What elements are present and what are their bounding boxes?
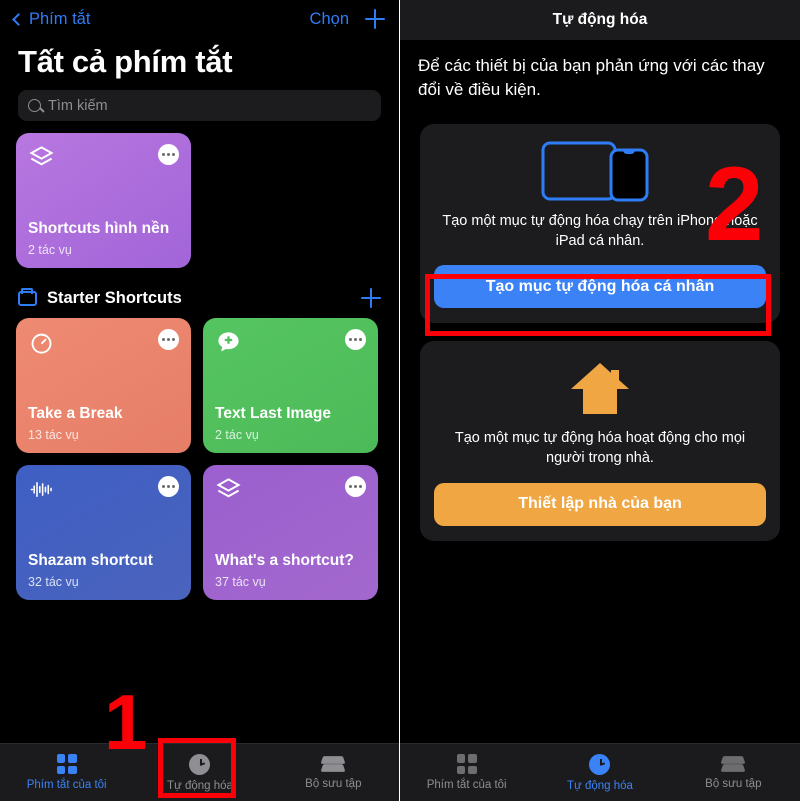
card-body: Take a Break 13 tác vụ [28,399,179,442]
right-page-title: Tự động hóa [552,11,648,28]
shortcut-card-whats-a-shortcut[interactable]: What's a shortcut? 37 tác vụ [203,465,378,600]
search-input[interactable]: Tìm kiếm [18,90,381,121]
card-more-button[interactable] [345,476,366,497]
folder-header: Starter Shortcuts [18,288,381,308]
shortcut-name: What's a shortcut? [215,552,354,570]
folder-title-group[interactable]: Starter Shortcuts [18,288,182,308]
left-nav-bar: Phím tắt Chọn [0,0,399,38]
card-header [215,476,366,503]
shortcut-action-count: 2 tác vụ [28,243,72,257]
card-icon-wrap [434,357,766,419]
annotation-highlight-automation-tab [158,738,236,798]
chevron-left-icon [12,12,25,26]
tab-my-shortcuts[interactable]: Phím tắt của tôi [400,754,533,791]
message-plus-icon [218,332,239,352]
waveform-icon [30,481,52,498]
home-automation-card: Tạo một mục tự động hóa hoạt động cho mọ… [420,341,780,541]
starter-shortcuts-grid: Take a Break 13 tác vụ Text Last Image 2… [16,318,383,600]
tab-label: Tự động hóa [567,779,633,792]
annotation-highlight-create-automation-button [425,274,771,336]
stack-icon [216,478,241,498]
add-shortcut-icon[interactable] [361,288,381,308]
tab-gallery[interactable]: Bộ sưu tập [667,755,800,790]
shortcut-action-count: 37 tác vụ [215,575,266,589]
shortcuts-list: Shortcuts hình nền 2 tác vụ Starter Shor… [0,121,399,600]
tab-label: Bộ sưu tập [305,778,362,790]
search-icon [28,99,41,112]
shortcuts-screen: Phím tắt Chọn Tất cả phím tắt Tìm kiếm S… [0,0,400,801]
tab-automation[interactable]: Tự động hóa [533,753,666,792]
tab-label: Phím tắt của tôi [26,779,107,791]
page-title: Tất cả phím tắt [18,44,233,79]
card-body: Text Last Image 2 tác vụ [215,399,366,442]
card-header [215,329,366,356]
search-placeholder: Tìm kiếm [48,97,108,114]
back-button-label: Phím tắt [29,9,91,28]
shortcut-card-take-a-break[interactable]: Take a Break 13 tác vụ [16,318,191,453]
grid-icon [56,754,77,774]
select-button[interactable]: Chọn [310,10,349,29]
card-more-button[interactable] [158,476,179,497]
folder-icon [18,288,37,306]
stack-icon [29,146,54,166]
annotation-number-2: 2 [705,146,764,263]
annotation-number-1: 1 [104,678,148,766]
shortcut-card-shazam[interactable]: Shazam shortcut 32 tác vụ [16,465,191,600]
tab-gallery[interactable]: Bộ sưu tập [267,755,399,790]
folder-label: Starter Shortcuts [47,288,182,307]
card-body: Shazam shortcut 32 tác vụ [28,546,179,589]
automation-screen: Tự động hóa Để các thiết bị của bạn phản… [400,0,800,801]
card-header [28,476,179,503]
card-body: What's a shortcut? 37 tác vụ [215,546,366,589]
tab-label: Bộ sưu tập [705,778,762,790]
shortcut-card-wallpaper[interactable]: Shortcuts hình nền 2 tác vụ [16,133,191,268]
timer-icon [31,333,52,354]
shortcut-card-text-last-image[interactable]: Text Last Image 2 tác vụ [203,318,378,453]
shortcut-action-count: 32 tác vụ [28,575,79,589]
card-header [28,144,179,171]
back-button[interactable]: Phím tắt [12,9,91,29]
shortcut-name: Shazam shortcut [28,552,153,570]
right-nav-bar: Tự động hóa [400,0,800,40]
tab-label: Phím tắt của tôi [426,779,507,791]
stack-icon [320,755,346,773]
card-body: Shortcuts hình nền 2 tác vụ [28,214,179,257]
shortcut-name: Shortcuts hình nền [28,220,170,238]
grid-icon [456,754,477,774]
shortcut-action-count: 2 tác vụ [215,428,259,442]
card-more-button[interactable] [158,144,179,165]
plus-icon[interactable] [365,9,385,29]
stack-icon [720,755,746,773]
shortcut-name: Take a Break [28,405,123,423]
right-tab-bar: Phím tắt của tôi Tự động hóa Bộ sưu tập [400,743,800,801]
clock-check-icon [589,753,611,775]
setup-home-button[interactable]: Thiết lập nhà của bạn [434,482,766,526]
house-icon [571,362,629,414]
ipad-iphone-icon [541,141,649,202]
left-nav-actions: Chọn [310,9,385,29]
card-header [28,329,179,356]
screenshot-root: Phím tắt Chọn Tất cả phím tắt Tìm kiếm S… [0,0,800,801]
shortcut-name: Text Last Image [215,405,332,423]
home-automation-description: Tạo một mục tự động hóa hoạt động cho mọ… [454,430,746,466]
card-more-button[interactable] [158,329,179,350]
automation-intro-text: Để các thiết bị của bạn phản ứng với các… [418,56,765,100]
card-more-button[interactable] [345,329,366,350]
shortcut-action-count: 13 tác vụ [28,428,79,442]
